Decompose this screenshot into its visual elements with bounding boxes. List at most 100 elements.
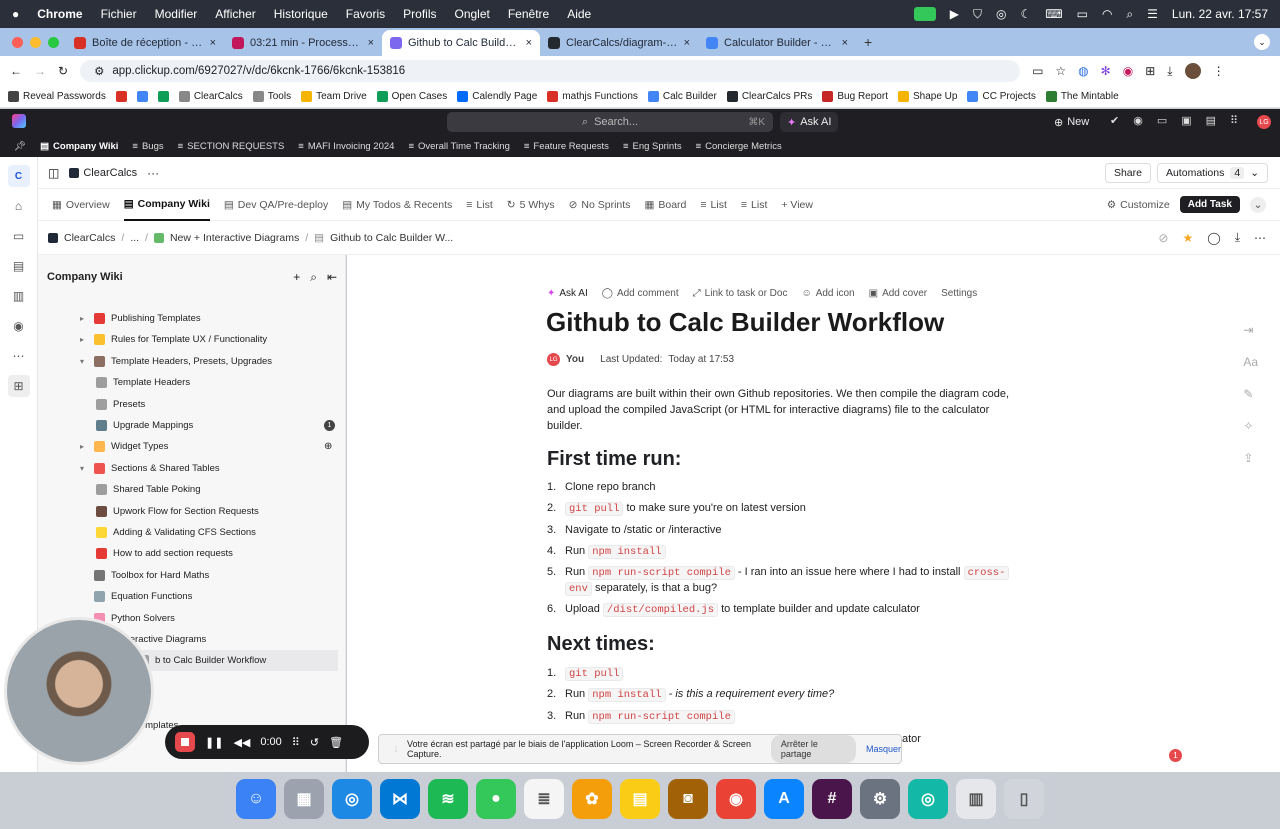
sidebar-tree-item[interactable]: Upgrade Mappings 1 [96,415,345,436]
reload-icon[interactable]: ↻ [58,64,68,78]
expand-caret-icon[interactable]: ▾ [80,357,88,366]
list-item[interactable]: 2. Run npm install - is this a requiremen… [547,688,834,702]
favorite-item[interactable]: ≡ Concierge Metrics [696,141,782,152]
favorite-item[interactable]: ≡ Eng Sprints [623,141,682,152]
sidebar-tree-item[interactable]: Template Headers [96,372,345,393]
font-size-icon[interactable]: Aa [1243,355,1258,369]
view-tab[interactable]: ≡ List [466,189,492,221]
tab-close-icon[interactable]: × [842,37,848,49]
wifi-icon[interactable]: ◠ [1102,7,1112,21]
home-icon[interactable]: ⌂ [8,195,30,217]
favorite-item[interactable]: ≡ Bugs [132,141,163,152]
ask-ai-button[interactable]: ✦ Ask AI [780,112,839,132]
bookmark-item[interactable]: Tools [252,91,291,102]
bookmark-item[interactable]: Calendly Page [457,91,537,102]
bookmark-item[interactable]: Calc Builder [647,91,717,102]
browser-tab[interactable]: Calculator Builder - ClearCalc × [698,30,856,56]
url-field[interactable]: ⚙ app.clickup.com/6927027/v/dc/6kcnk-176… [80,60,1021,82]
sidebar-tree-item[interactable]: Shared Table Poking [96,479,345,500]
document-icon[interactable]: ▥ [956,779,996,819]
browser-tab[interactable]: 03:21 min - Process for diag × [224,30,382,56]
keyboard-icon[interactable]: ⌨ [1045,7,1062,21]
more-options-icon[interactable]: ⋯ [1254,231,1266,245]
share-button[interactable]: Share [1104,162,1151,183]
view-tab[interactable]: ▤ Company Wiki [123,189,210,221]
doc-toolbar-item[interactable]: ◯ Add comment [602,288,679,299]
chrome-menu-icon[interactable]: ⋮ [1213,64,1225,78]
shield-icon[interactable]: ⛉ [973,7,982,22]
favorite-item[interactable]: ≡ SECTION REQUESTS [178,141,285,152]
new-button[interactable]: ⊕ New [1054,112,1089,132]
moon-icon[interactable]: ☾ [1021,7,1032,21]
sidebar-tree-item[interactable]: ▸Python Solvers [80,608,345,629]
sidebar-tree-item[interactable]: Presets [96,394,345,415]
loom-icon[interactable]: ◎ [908,779,948,819]
menu-item[interactable]: Historique [274,7,328,21]
view-tab[interactable]: ↻ 5 Whys [507,189,555,221]
clickup-logo[interactable] [12,114,26,128]
tab-close-icon[interactable]: × [368,37,374,49]
app-menu[interactable]: Chrome [37,7,82,21]
bookmark-item[interactable]: mathjs Functions [547,91,638,102]
breadcrumb-item[interactable]: ... [130,232,139,244]
browser-tab[interactable]: Boîte de réception - laurent. × [66,30,224,56]
ai-edit-icon[interactable]: ✧ [1243,419,1258,433]
sidebar-tree-item[interactable]: ▸ Widget Types ⊕ [80,436,345,457]
favorite-star-icon[interactable]: ★ [1182,231,1193,245]
tab-search-icon[interactable]: ⌄ [1254,34,1270,50]
sidebar-tree-item[interactable]: ▾ Template Headers, Presets, Upgrades [80,351,345,372]
menu-item[interactable]: Afficher [215,7,255,21]
download-icon[interactable]: ⤓ [1167,64,1172,79]
battery-icon[interactable]: ▭ [1077,7,1088,21]
video-icon[interactable]: ▭ [1157,114,1167,127]
breadcrumb-item[interactable]: New + Interactive Diagrams [170,232,299,244]
app-store-icon[interactable]: A [764,779,804,819]
url-text[interactable]: app.clickup.com/6927027/v/dc/6kcnk-1766/… [112,65,405,77]
doc-icon[interactable]: ▤ [1206,114,1216,127]
webcam-bubble[interactable] [4,617,154,765]
profile-avatar[interactable] [1184,63,1201,79]
add-page-icon[interactable]: + [293,270,300,285]
user-avatar[interactable]: LG [1257,115,1271,129]
minimize-window-button[interactable] [30,37,41,48]
search-icon[interactable]: ⌕ [310,270,317,285]
view-tab[interactable]: + View [781,189,813,221]
view-tab[interactable]: ⊘ No Sprints [569,189,631,221]
extension-icon[interactable]: ◍ [1078,64,1088,78]
messages-icon[interactable]: ● [476,779,516,819]
bookmark-item[interactable] [115,91,127,102]
bookmark-item[interactable]: The Mintable [1045,91,1119,102]
close-window-button[interactable] [12,37,23,48]
menu-item[interactable]: Onglet [454,7,489,21]
tab-close-icon[interactable]: × [526,37,532,49]
clock[interactable]: Lun. 22 avr. 17:57 [1172,7,1268,21]
delete-icon[interactable]: 🗑︎ [329,736,343,749]
favorite-item[interactable]: ≡ Overall Time Tracking [408,141,509,152]
search-bar[interactable]: ⌕ Search... ⌘K [447,112,773,132]
bookmark-item[interactable]: CC Projects [967,91,1036,102]
contacts-icon[interactable]: ◙ [668,779,708,819]
sidebar-tree-item[interactable]: Upwork Flow for Section Requests [96,501,345,522]
system-settings-icon[interactable]: ⚙ [860,779,900,819]
bookmark-item[interactable] [136,91,148,102]
sidebar-toggle-icon[interactable]: ◫ [48,166,59,180]
stop-recording-button[interactable] [175,732,195,752]
facetime-icon[interactable] [913,7,936,21]
notes-icon[interactable]: ▤ [620,779,660,819]
screen-icon[interactable]: ▣ [1181,114,1191,127]
page-title[interactable]: Github to Calc Builder Workflow [546,307,944,338]
expand-caret-icon[interactable]: ▾ [80,464,88,473]
zoom-window-button[interactable] [48,37,59,48]
site-info-icon[interactable]: ⚙ [94,64,104,78]
doc-toolbar-item[interactable]: ▣ Add cover [869,288,927,299]
bookmark-item[interactable]: Team Drive [301,91,367,102]
bookmark-star-icon[interactable]: ☆ [1055,64,1066,78]
view-tab[interactable]: ≡ List [741,189,767,221]
inbox-icon[interactable]: ▭ [8,225,30,247]
list-item[interactable]: 1. git pull [547,667,624,681]
sidebar-tree-item[interactable]: Adding & Validating CFS Sections [96,522,345,543]
slack-icon[interactable]: # [812,779,852,819]
menu-item[interactable]: Fenêtre [508,7,549,21]
sidebar-tree-item[interactable]: Equation Functions [80,586,345,607]
doc-toolbar-item[interactable]: Settings [941,288,977,299]
